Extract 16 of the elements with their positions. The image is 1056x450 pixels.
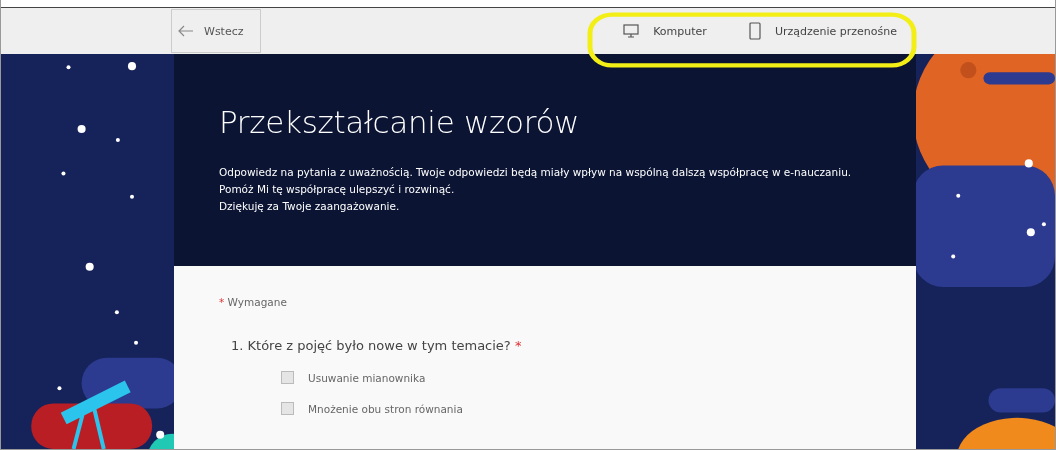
phone-icon [748,22,761,40]
form-description: Odpowiedz na pytania z uważnością. Twoje odpowiedzi będą miały wpływ na wspólną dalszą współpracę w e-nauczaniu. Pomóż Mi tę współpracę ulepszyć i rozwinąć. [219,165,853,197]
thanks-text: Dziękuję za Twoje zaangażowanie. [219,199,401,214]
required-note: * Wymagane [219,296,288,308]
option-label: Usuwanie mianownika [308,371,426,384]
checkbox[interactable] [281,402,294,415]
back-arrow-icon [178,25,194,37]
preview-option[interactable]: Komputer [617,23,713,39]
form-title: Przekształcanie wzorów [219,104,581,140]
option-label: Mnożenie obu stron równania [308,402,463,415]
checkbox[interactable] [281,371,294,384]
cloud-drawing [988,388,1055,413]
monitor-icon [623,24,640,38]
question-text: 1. Które z pojęć było nowe w tym temacie? * [231,338,523,353]
preview-option[interactable]: Urządzenie przenośne [742,21,903,41]
back-button[interactable]: Wstecz [171,9,261,53]
